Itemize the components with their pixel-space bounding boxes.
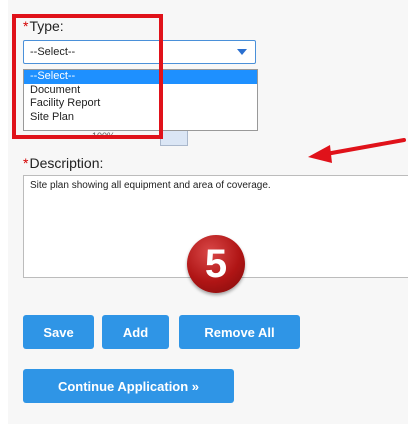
add-button[interactable]: Add bbox=[102, 315, 169, 349]
arrow-icon bbox=[308, 138, 406, 163]
save-button[interactable]: Save bbox=[23, 315, 94, 349]
remove-all-button[interactable]: Remove All bbox=[179, 315, 300, 349]
highlight-box bbox=[12, 14, 163, 139]
step-number-badge: 5 bbox=[187, 235, 245, 293]
description-label: *Description: bbox=[23, 155, 104, 171]
hidden-field bbox=[160, 131, 188, 146]
description-text: Site plan showing all equipment and area… bbox=[30, 180, 271, 191]
chevron-down-icon[interactable] bbox=[237, 49, 247, 55]
continue-application-button[interactable]: Continue Application » bbox=[23, 369, 234, 403]
